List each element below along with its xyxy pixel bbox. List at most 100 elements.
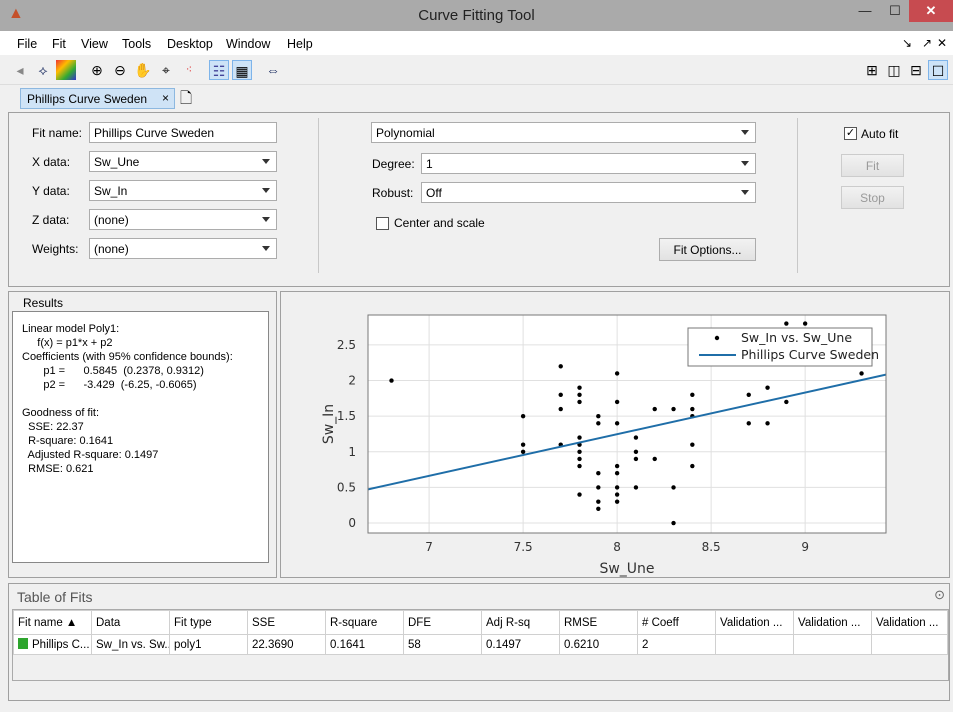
data-point — [859, 371, 864, 376]
data-cursor-icon[interactable]: ⟡ — [33, 60, 53, 80]
stop-button[interactable]: Stop — [841, 186, 904, 209]
title-bar: ▲ Curve Fitting Tool — ☐ ✕ — [0, 0, 953, 31]
table-row[interactable]: Phillips C... Sw_In vs. Sw... poly1 22.3690… — [13, 634, 948, 655]
table-cell: 2 — [637, 634, 716, 655]
column-header[interactable]: Validation ... — [871, 610, 948, 635]
data-point — [614, 463, 620, 469]
data-point — [671, 520, 676, 526]
data-point — [596, 421, 601, 426]
y-tick-label: 0.5 — [337, 480, 356, 494]
fit-options-button[interactable]: Fit Options... — [659, 238, 756, 261]
degree-select[interactable]: 1 — [421, 153, 756, 174]
data-point — [520, 413, 526, 419]
column-header[interactable]: DFE — [403, 610, 482, 635]
y-tick-label: 2.5 — [337, 338, 356, 352]
data-point — [784, 321, 789, 326]
data-point — [652, 456, 657, 462]
new-fit-icon[interactable]: 🗋 — [180, 88, 192, 113]
data-point — [577, 456, 582, 462]
collapse-chevron-icon[interactable]: ⊙ — [934, 587, 945, 603]
menu-window[interactable]: Window — [226, 37, 270, 51]
z-data-label: Z data: — [32, 213, 70, 227]
fits-table-container: Fit name ▲ Data Fit type SSE R-square DFE Adj … — [12, 609, 949, 681]
data-point — [614, 499, 620, 504]
data-point — [614, 485, 620, 490]
data-point — [784, 399, 789, 405]
data-tip-icon[interactable]: ⌖ — [156, 60, 176, 80]
fit-name-label: Fit name: — [32, 126, 83, 140]
fit-type-select[interactable]: Polynomial — [371, 122, 756, 143]
exclude-outliers-icon[interactable]: ⁖ — [179, 60, 199, 80]
dock-icon[interactable]: ↘ — [902, 36, 912, 50]
close-figure-icon[interactable]: ✕ — [937, 36, 947, 50]
window-title: Curve Fitting Tool — [418, 7, 535, 24]
table-of-fits-panel: Table of Fits ⊙ Fit name ▲ Data Fit type SS… — [8, 583, 950, 701]
data-point — [596, 506, 601, 511]
z-data-select[interactable]: (none) — [89, 209, 277, 230]
menu-desktop[interactable]: Desktop — [167, 37, 213, 51]
zoom-in-icon[interactable]: ⊕ — [87, 60, 107, 80]
data-point — [577, 392, 582, 397]
grid-toggle-icon[interactable]: ▦ — [232, 60, 252, 80]
weights-select[interactable]: (none) — [89, 238, 277, 259]
column-header[interactable]: R-square — [325, 610, 404, 635]
cell-text: Phillips C... — [32, 639, 90, 651]
column-header[interactable]: Fit type — [169, 610, 248, 635]
data-point — [614, 492, 620, 497]
menu-tools[interactable]: Tools — [122, 37, 151, 51]
data-point — [558, 392, 563, 397]
data-point — [558, 364, 563, 369]
data-point — [671, 485, 676, 490]
colormap-icon[interactable] — [56, 60, 76, 80]
fit-button[interactable]: Fit — [841, 154, 904, 177]
data-point — [690, 442, 695, 447]
zoom-out-icon[interactable]: ⊖ — [110, 60, 130, 80]
pan-hand-icon[interactable]: ✋ — [133, 60, 153, 80]
column-header[interactable]: Fit name ▲ — [13, 610, 92, 635]
data-point — [614, 470, 620, 476]
data-point — [690, 406, 695, 412]
menu-help[interactable]: Help — [287, 37, 313, 51]
menu-file[interactable]: File — [17, 37, 37, 51]
back-arrow-icon[interactable]: ◂ — [10, 60, 30, 80]
layout-single-icon[interactable]: ☐ — [928, 60, 948, 80]
y-data-select[interactable]: Sw_In — [89, 180, 277, 201]
close-button[interactable]: ✕ — [909, 0, 953, 22]
tab-close-icon[interactable]: × — [162, 91, 169, 105]
data-point — [690, 392, 695, 397]
x-data-select[interactable]: Sw_Une — [89, 151, 277, 172]
column-header[interactable]: Data — [91, 610, 170, 635]
column-header[interactable]: Validation ... — [793, 610, 872, 635]
fit-name-input[interactable]: Phillips Curve Sweden — [89, 122, 277, 143]
tab-phillips-curve-sweden[interactable]: Phillips Curve Sweden × — [20, 88, 175, 109]
column-header[interactable]: RMSE — [559, 610, 638, 635]
axis-limits-icon[interactable]: ⇔ — [263, 60, 283, 80]
legend-point-marker — [714, 335, 720, 341]
layout-rows-icon[interactable]: ⊟ — [906, 60, 926, 80]
column-header[interactable]: SSE — [247, 610, 326, 635]
cell-text: Sw_In vs. Sw... — [96, 638, 170, 651]
legend-toggle-icon[interactable]: ☷ — [209, 60, 229, 80]
menu-fit[interactable]: Fit — [52, 37, 66, 51]
center-scale-checkbox[interactable] — [376, 217, 389, 230]
menu-view[interactable]: View — [81, 37, 108, 51]
maximize-button[interactable]: ☐ — [880, 0, 910, 22]
table-title: Table of Fits — [17, 589, 93, 605]
undock-icon[interactable]: ↗ — [922, 36, 932, 50]
layout-columns-icon[interactable]: ◫ — [884, 60, 904, 80]
data-point — [520, 449, 526, 454]
minimize-button[interactable]: — — [850, 0, 880, 22]
data-point — [596, 470, 601, 476]
scatter-plot[interactable]: 7 7.5 8 8.5 9 0 0.5 1 1.5 2 2.5 Sw_Une Sw_In Sw_In vs… — [281, 292, 949, 577]
column-header[interactable]: # Coeff — [637, 610, 716, 635]
robust-select[interactable]: Off — [421, 182, 756, 203]
column-header[interactable]: Validation ... — [715, 610, 794, 635]
table-cell: 22.3690 — [247, 634, 326, 655]
layout-grid-2x2-icon[interactable]: ⊞ — [862, 60, 882, 80]
column-header[interactable]: Adj R-sq — [481, 610, 560, 635]
y-tick-label: 1 — [348, 445, 356, 459]
data-point — [577, 435, 582, 440]
auto-fit-checkbox[interactable]: ✓ — [844, 127, 857, 140]
tab-strip: Phillips Curve Sweden × 🗋 — [8, 86, 948, 110]
data-point — [577, 449, 582, 454]
